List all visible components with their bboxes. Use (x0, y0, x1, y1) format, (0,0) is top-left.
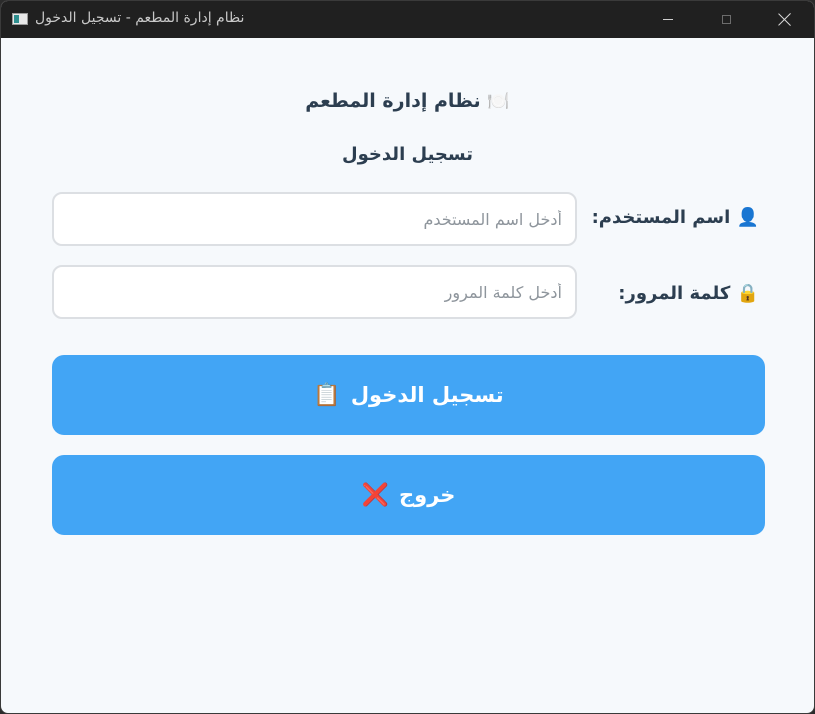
maximize-button[interactable] (697, 1, 755, 38)
login-button-label: تسجيل الدخول (350, 383, 504, 407)
password-label-text: كلمة المرور: (618, 283, 731, 304)
title-bar[interactable]: نظام إدارة المطعم - تسجيل الدخول (1, 1, 814, 38)
close-button[interactable] (755, 1, 813, 38)
app-title: 🍽️ نظام إدارة المطعم (1, 90, 814, 112)
exit-button-label: خروج (399, 483, 456, 507)
user-icon: 👤 (736, 207, 759, 228)
cross-mark-icon: ❌ (361, 482, 390, 508)
app-title-text: نظام إدارة المطعم (305, 90, 481, 112)
username-label-text: اسم المستخدم: (591, 207, 731, 228)
minimize-icon (663, 19, 673, 20)
close-icon (778, 13, 791, 26)
clipboard-icon: 📋 (313, 382, 341, 408)
login-content: 🍽️ نظام إدارة المطعم تسجيل الدخول 👤 اسم … (1, 38, 814, 713)
login-button[interactable]: تسجيل الدخول 📋 (52, 355, 765, 435)
restaurant-plate-icon: 🍽️ (487, 91, 510, 112)
app-window-icon (12, 13, 28, 25)
minimize-button[interactable] (639, 1, 697, 38)
password-input[interactable] (52, 265, 577, 319)
password-label: 🔒 كلمة المرور: (618, 283, 759, 304)
username-input[interactable] (52, 192, 577, 246)
maximize-icon (721, 15, 731, 24)
login-window: نظام إدارة المطعم - تسجيل الدخول 🍽️ نظام… (0, 0, 815, 714)
window-title: نظام إدارة المطعم - تسجيل الدخول (35, 10, 245, 26)
lock-icon: 🔒 (736, 283, 759, 304)
page-subtitle: تسجيل الدخول (342, 144, 473, 165)
exit-button[interactable]: خروج ❌ (52, 455, 765, 535)
username-label: 👤 اسم المستخدم: (592, 207, 759, 228)
